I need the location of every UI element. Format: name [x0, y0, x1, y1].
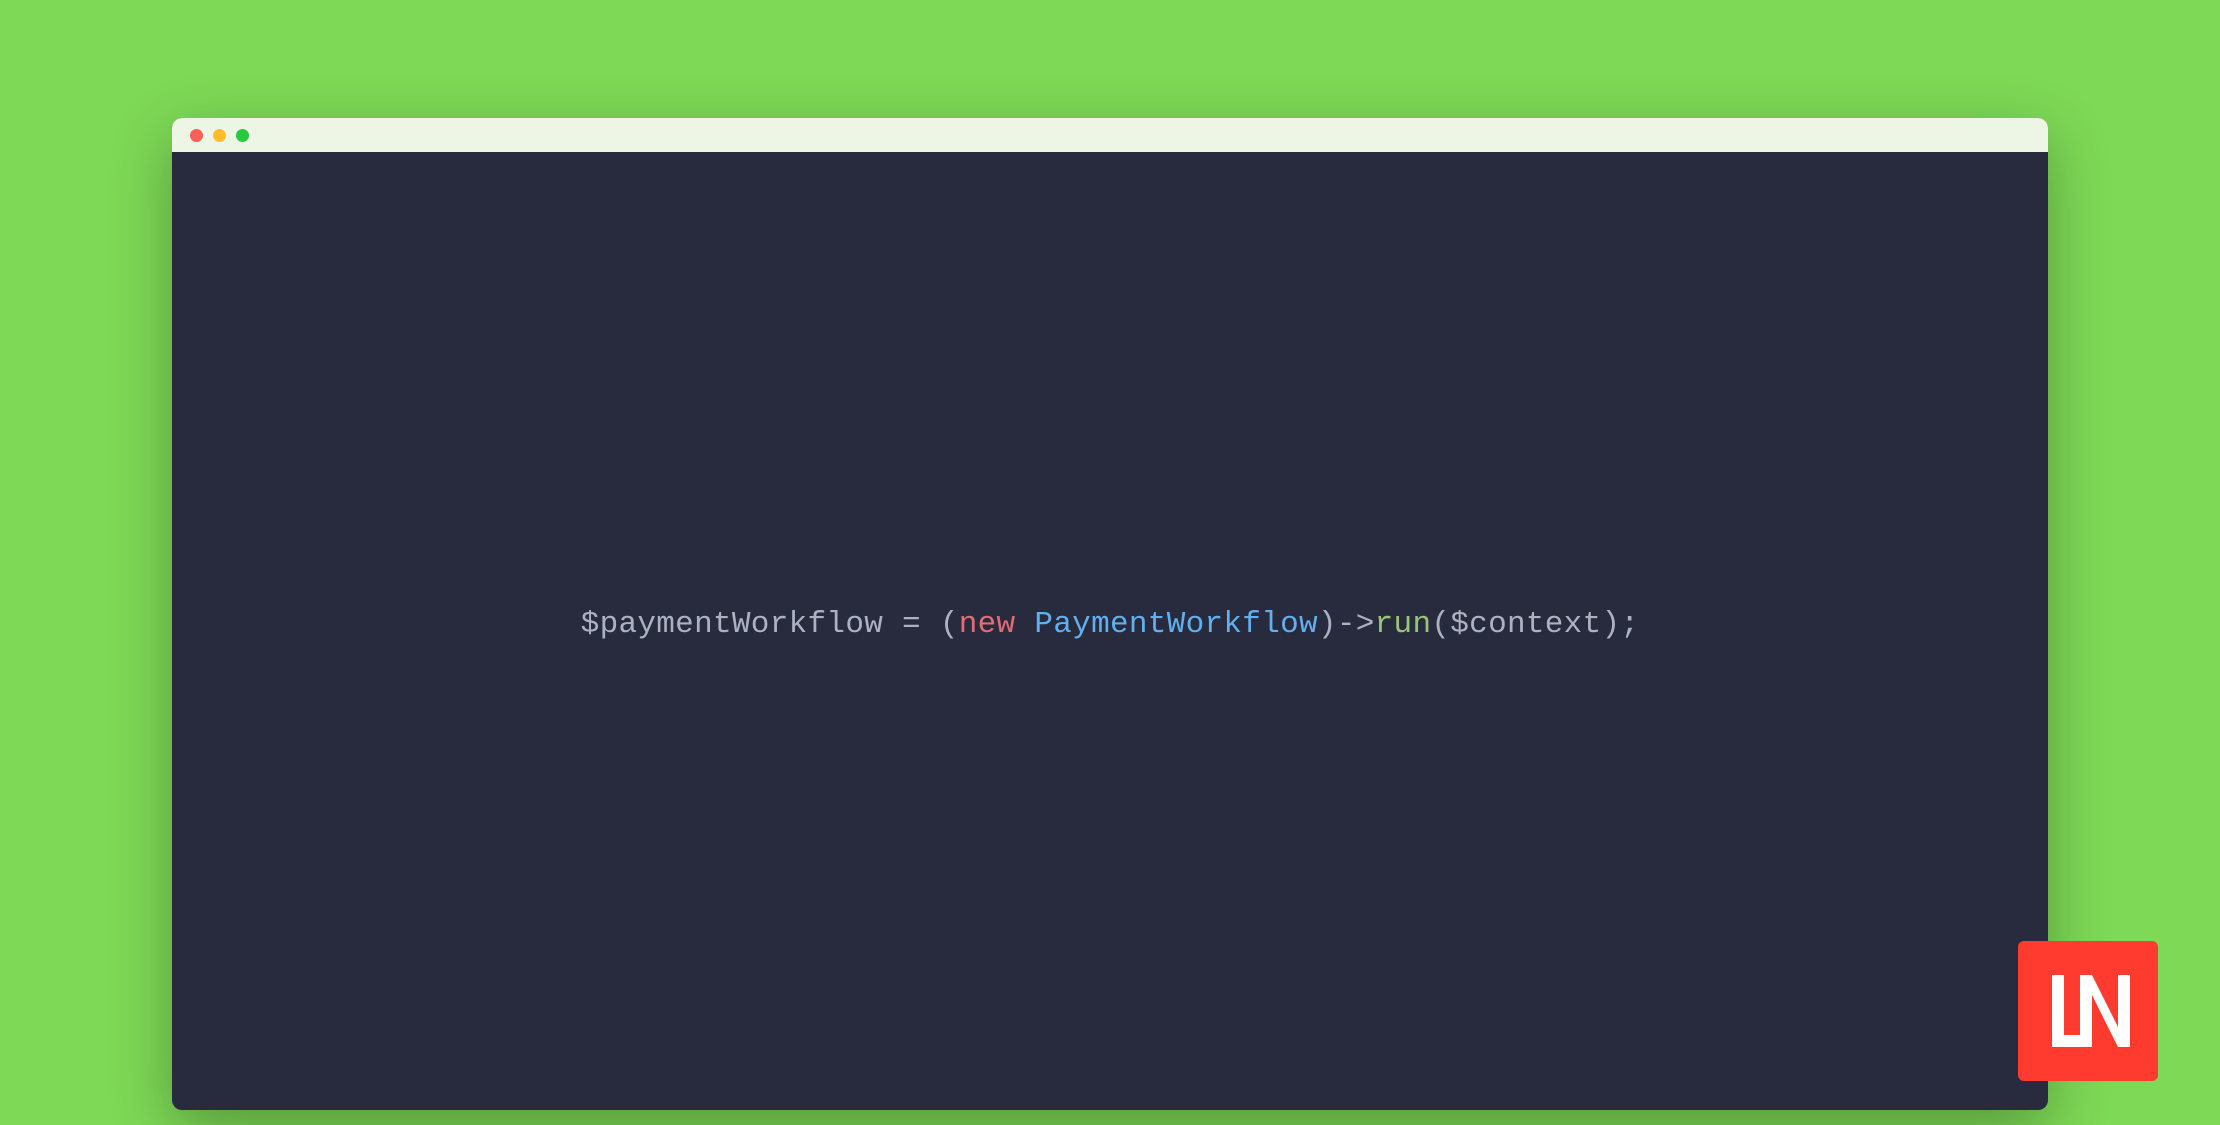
maximize-icon[interactable] [236, 129, 249, 142]
terminal-body: $paymentWorkflow = (new PaymentWorkflow)… [172, 152, 2048, 1110]
brand-badge [2018, 941, 2158, 1081]
code-assign: = [883, 607, 940, 642]
close-icon[interactable] [190, 129, 203, 142]
minimize-icon[interactable] [213, 129, 226, 142]
code-call-close: ) [1602, 607, 1621, 642]
code-arrow: -> [1337, 607, 1375, 642]
terminal-window: $paymentWorkflow = (new PaymentWorkflow)… [172, 118, 2048, 1110]
code-keyword-new: new [959, 607, 1016, 642]
code-variable: $paymentWorkflow [581, 607, 883, 642]
code-class-name: PaymentWorkflow [1034, 607, 1318, 642]
code-argument: $context [1450, 607, 1601, 642]
code-open-paren: ( [940, 607, 959, 642]
code-call-open: ( [1431, 607, 1450, 642]
code-close-paren: ) [1318, 607, 1337, 642]
window-titlebar [172, 118, 2048, 152]
code-semicolon: ; [1620, 607, 1639, 642]
code-line: $paymentWorkflow = (new PaymentWorkflow)… [581, 607, 1640, 642]
ln-logo-icon [2038, 961, 2138, 1061]
code-space [1015, 607, 1034, 642]
code-method: run [1375, 607, 1432, 642]
